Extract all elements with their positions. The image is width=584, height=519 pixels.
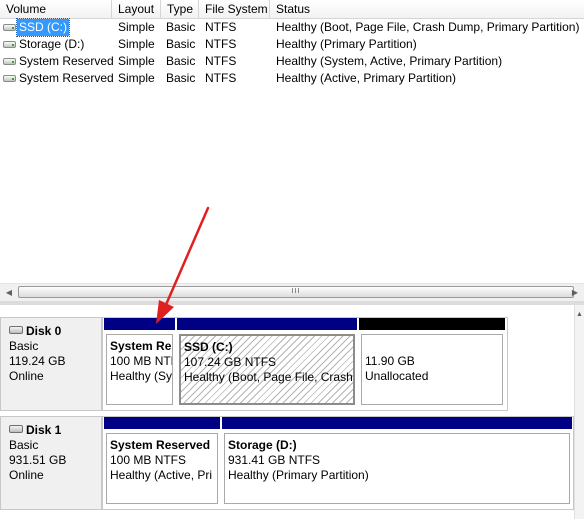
disk-state: Online — [9, 369, 44, 383]
volume-file-system: NTFS — [205, 37, 237, 51]
volume-row[interactable]: Storage (D:) Simple Basic NTFS Healthy (… — [0, 36, 584, 53]
partition-storage-d[interactable]: Storage (D:) 931.41 GB NTFS Healthy (Pri… — [222, 417, 572, 509]
partition-name: System Re — [110, 339, 172, 353]
partition-size: 11.90 GB — [365, 354, 415, 368]
column-header-layout[interactable]: Layout — [112, 0, 161, 18]
partition-size: 107.24 GB NTFS — [184, 355, 277, 369]
volume-type: Basic — [166, 37, 196, 51]
scrollbar-grip: III — [291, 288, 301, 295]
partition-details: Storage (D:) 931.41 GB NTFS Healthy (Pri… — [224, 433, 570, 504]
volume-layout: Simple — [118, 71, 155, 85]
volume-file-system: NTFS — [205, 71, 237, 85]
primary-partition-bar — [104, 318, 175, 330]
volume-name: SSD (C:) — [16, 18, 70, 37]
partition-status: Unallocated — [365, 369, 429, 383]
partition-size: 100 MB NTF — [110, 354, 173, 368]
volume-file-system: NTFS — [205, 20, 237, 34]
disk-size: 931.51 GB — [9, 453, 67, 467]
volume-file-system: NTFS — [205, 54, 237, 68]
disk-name: Disk 0 — [26, 324, 62, 338]
partition-unallocated[interactable]: 11.90 GB Unallocated — [359, 318, 505, 410]
volume-disk-icon — [3, 75, 16, 82]
volume-disk-icon — [3, 41, 16, 48]
volume-row[interactable]: System Reserved Simple Basic NTFS Health… — [0, 70, 584, 87]
volume-type: Basic — [166, 54, 196, 68]
triangle-right-icon[interactable]: ▶ — [567, 285, 583, 300]
scrollbar-thumb[interactable]: III — [18, 286, 574, 298]
column-header-status[interactable]: Status — [270, 0, 584, 18]
hard-disk-icon — [9, 326, 23, 334]
volume-status: Healthy (System, Active, Primary Partiti… — [276, 54, 503, 68]
partition-status: Healthy (Active, Pri — [110, 468, 213, 482]
primary-partition-bar — [222, 417, 572, 429]
partition-name: Storage (D:) — [228, 438, 297, 452]
volume-list-header: Volume Layout Type File System Status — [0, 0, 584, 19]
volume-name: System Reserved — [19, 71, 114, 85]
volume-disk-icon — [3, 24, 16, 31]
partition-name: System Reserved — [110, 438, 211, 452]
volume-status: Healthy (Primary Partition) — [276, 37, 417, 51]
disk-name: Disk 1 — [26, 423, 62, 437]
vertical-scrollbar[interactable]: ▲ — [574, 305, 584, 519]
disk-1-label[interactable]: Disk 1 Basic 931.51 GB Online — [0, 416, 102, 510]
partition-size: 100 MB NTFS — [110, 453, 187, 467]
triangle-left-icon[interactable]: ◀ — [1, 285, 17, 300]
partition-status: Healthy (Primary Partition) — [228, 468, 369, 482]
partition-system-reserved[interactable]: System Reserved 100 MB NTFS Healthy (Act… — [104, 417, 220, 509]
hard-disk-icon — [9, 425, 23, 433]
volume-row[interactable]: SSD (C:) Simple Basic NTFS Healthy (Boot… — [0, 18, 584, 37]
volume-name: Storage (D:) — [19, 37, 85, 51]
disk-state: Online — [9, 468, 44, 482]
volume-row[interactable]: System Reserved Simple Basic NTFS Health… — [0, 53, 584, 70]
disk-1-partitions: System Reserved 100 MB NTFS Healthy (Act… — [102, 416, 574, 510]
disk-0-label[interactable]: Disk 0 Basic 119.24 GB Online — [0, 317, 102, 411]
unallocated-bar — [359, 318, 505, 330]
volume-type: Basic — [166, 20, 196, 34]
partition-ssd-c[interactable]: SSD (C:) 107.24 GB NTFS Healthy (Boot, P… — [177, 318, 357, 410]
disk-graphical-view: Disk 0 Basic 119.24 GB Online System Re … — [0, 301, 584, 519]
partition-size: 931.41 GB NTFS — [228, 453, 321, 467]
volume-status: Healthy (Active, Primary Partition) — [276, 71, 457, 85]
partition-name: SSD (C:) — [184, 340, 233, 354]
primary-partition-bar — [177, 318, 357, 330]
partition-status: Healthy (Sy — [110, 369, 173, 383]
partition-details: System Re 100 MB NTF Healthy (Sy — [106, 334, 173, 405]
partition-system-reserved[interactable]: System Re 100 MB NTF Healthy (Sy — [104, 318, 175, 410]
volume-status: Healthy (Boot, Page File, Crash Dump, Pr… — [276, 20, 580, 34]
volume-layout: Simple — [118, 20, 155, 34]
horizontal-scrollbar[interactable]: ◀ III ▶ — [0, 283, 584, 301]
disk-type: Basic — [9, 339, 39, 353]
triangle-up-icon[interactable]: ▲ — [576, 311, 583, 318]
column-header-type[interactable]: Type — [161, 0, 199, 18]
partition-details: SSD (C:) 107.24 GB NTFS Healthy (Boot, P… — [179, 334, 355, 405]
partition-details: System Reserved 100 MB NTFS Healthy (Act… — [106, 433, 218, 504]
disk-type: Basic — [9, 438, 39, 452]
disk-0-partitions: System Re 100 MB NTF Healthy (Sy SSD (C:… — [102, 317, 508, 411]
volume-disk-icon — [3, 58, 16, 65]
column-header-file-system[interactable]: File System — [199, 0, 270, 18]
volume-type: Basic — [166, 71, 196, 85]
column-header-volume[interactable]: Volume — [0, 0, 112, 18]
primary-partition-bar — [104, 417, 220, 429]
volume-layout: Simple — [118, 37, 155, 51]
partition-details: 11.90 GB Unallocated — [361, 334, 503, 405]
partition-status: Healthy (Boot, Page File, Crash — [184, 370, 353, 384]
volume-layout: Simple — [118, 54, 155, 68]
disk-size: 119.24 GB — [9, 354, 66, 368]
volume-name: System Reserved — [19, 54, 114, 68]
